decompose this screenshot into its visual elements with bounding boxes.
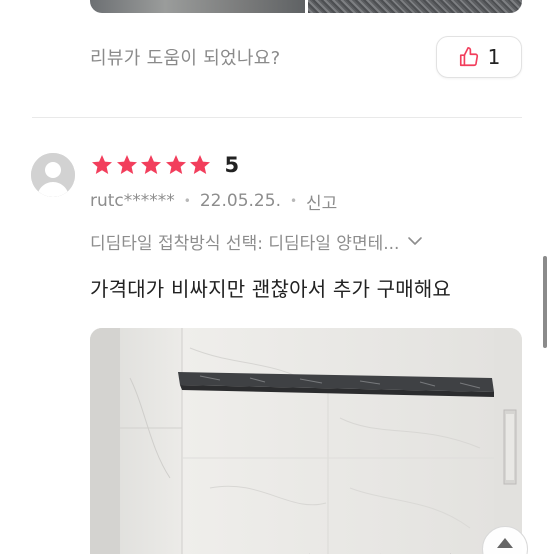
separator-dot: • <box>183 194 191 208</box>
option-text: 디딤타일 접착방식 선택: 디딤타일 양면테... <box>90 233 400 254</box>
star-icon <box>141 155 161 174</box>
purchase-option[interactable]: 디딤타일 접착방식 선택: 디딤타일 양면테... <box>90 228 530 254</box>
star-icon <box>116 155 137 174</box>
previous-review-photo-2[interactable] <box>307 0 522 13</box>
rating-value: 5 <box>224 153 240 177</box>
author-name: rutc****** <box>90 191 175 211</box>
chevron-down-icon[interactable] <box>405 231 425 251</box>
report-link[interactable]: 신고 <box>306 189 337 214</box>
star-icon <box>190 155 210 174</box>
review-divider <box>32 117 522 118</box>
previous-review-photo-1[interactable] <box>90 0 305 13</box>
helpful-question: 리뷰가 도움이 되었나요? <box>90 48 281 69</box>
previous-review-photos[interactable] <box>90 0 522 13</box>
like-button[interactable]: 1 <box>436 36 522 78</box>
bathroom-shelf-photo <box>90 328 522 554</box>
helpful-row: 리뷰가 도움이 되었나요? 1 <box>90 36 522 78</box>
like-count: 1 <box>487 45 501 69</box>
review-date: 22.05.25. <box>199 191 281 211</box>
star-icon <box>92 155 112 174</box>
separator-dot: • <box>289 194 298 208</box>
thumbs-up-icon <box>459 47 478 67</box>
arrow-up-icon <box>497 538 513 548</box>
star-icon <box>165 155 186 174</box>
rating-stars: 5 <box>90 152 239 178</box>
review-body: 가격대가 비싸지만 괜찮아서 추가 구매해요 <box>90 277 452 301</box>
avatar <box>31 153 75 197</box>
scrollbar[interactable] <box>543 256 547 348</box>
review-meta: rutc****** • 22.05.25. • 신고 <box>90 189 337 214</box>
review-photo[interactable] <box>90 328 522 554</box>
default-profile-icon <box>31 153 75 197</box>
